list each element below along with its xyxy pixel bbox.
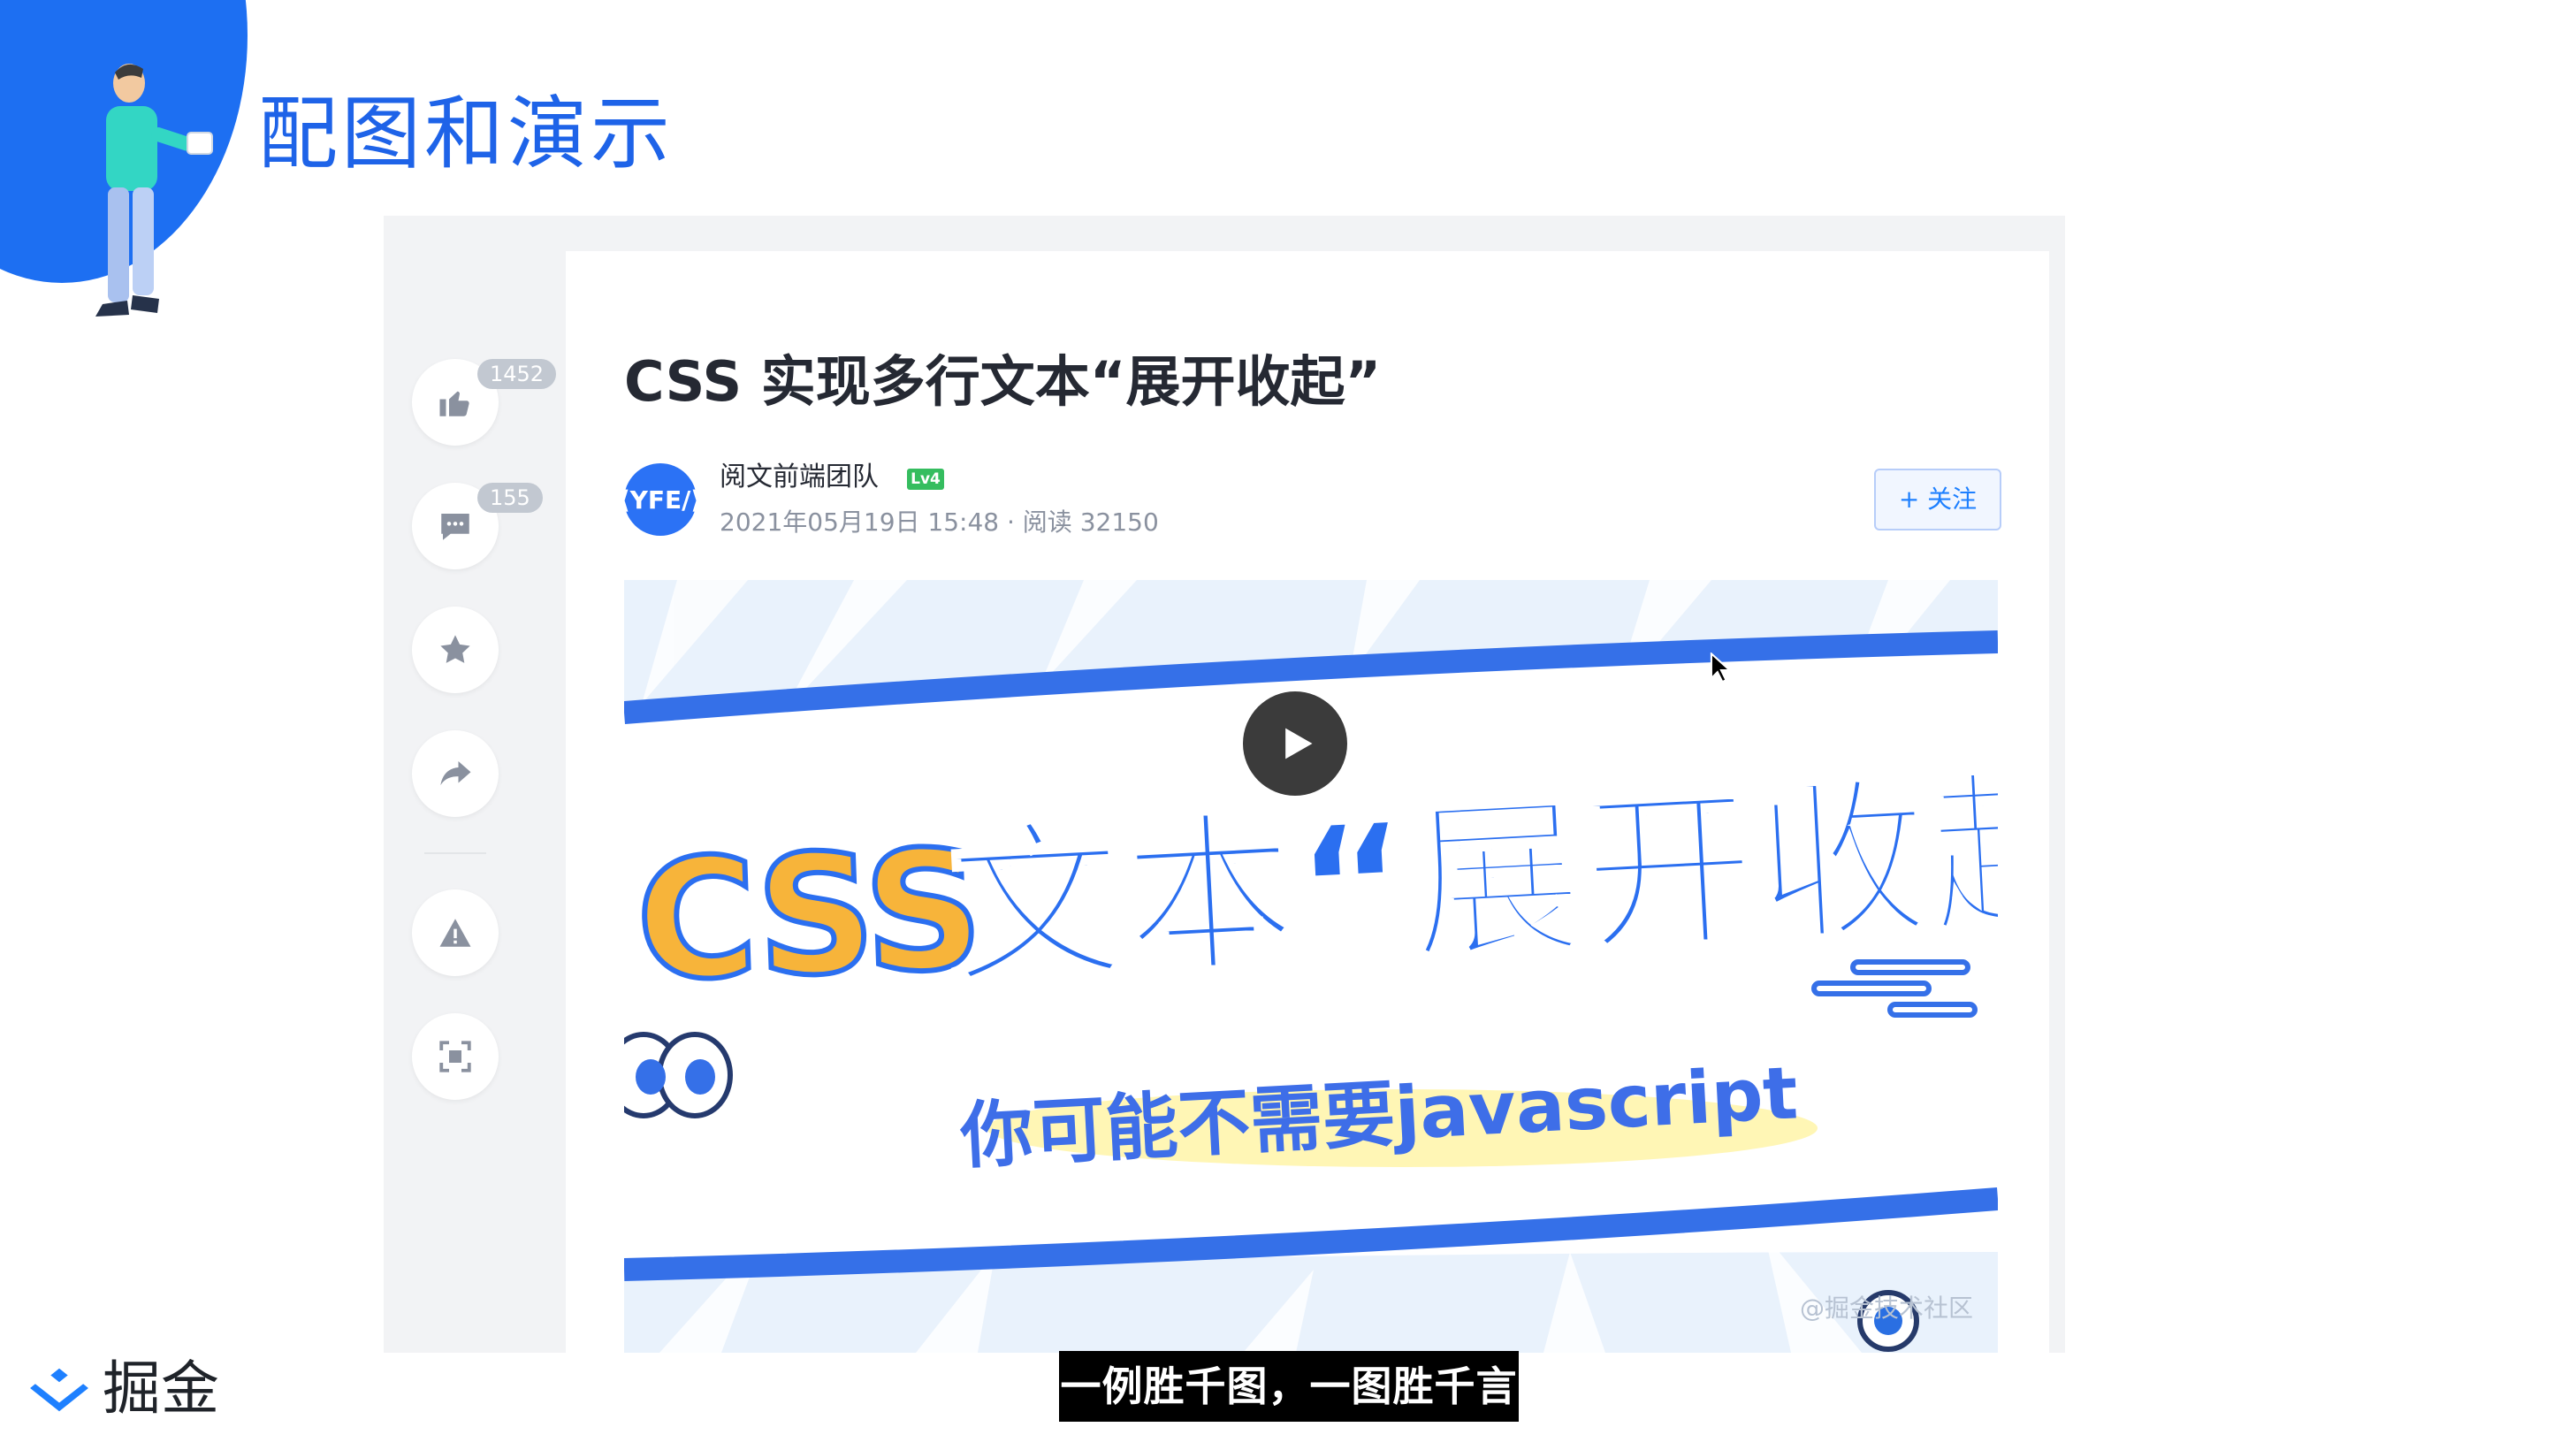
subtitle-caption: 一例胜千图，一图胜千言 <box>1059 1351 1519 1422</box>
cover-watermark: @掘金技术社区 <box>1800 1294 1974 1323</box>
follow-button[interactable]: + 关注 <box>1874 469 2001 530</box>
report-button[interactable] <box>412 889 499 976</box>
like-count-badge: 1452 <box>477 359 557 389</box>
juejin-logo-icon <box>30 1368 88 1412</box>
cover-title-prefix: CSS <box>630 811 985 1019</box>
warning-icon <box>439 919 471 947</box>
cover-video[interactable]: CSS 文本“展开收起” 你可能不需要javascript @掘金技术社区 <box>624 580 1998 1353</box>
level-badge: Lv4 <box>907 469 944 490</box>
favorite-button[interactable] <box>412 607 499 693</box>
thumbs-up-icon <box>439 391 469 416</box>
slide-title: 配图和演示 <box>258 88 674 180</box>
play-button[interactable] <box>1243 691 1347 796</box>
play-icon <box>1285 728 1313 759</box>
article-meta: 2021年05月19日 15:48 · 阅读 32150 <box>720 508 1159 537</box>
article-screenshot: 1452 155 CSS 实现多行文本“展开收起” ⟨YFE/⟩ 阅文前端团队 … <box>384 216 2065 1353</box>
article-title: CSS 实现多行文本“展开收起” <box>624 349 1382 414</box>
comment-count-badge: 155 <box>477 483 543 513</box>
sidebar-divider <box>424 852 486 854</box>
article-card: CSS 实现多行文本“展开收起” ⟨YFE/⟩ 阅文前端团队 Lv4 2021年… <box>566 251 2049 1353</box>
mouse-cursor-icon <box>1710 652 1733 683</box>
share-button[interactable] <box>412 730 499 817</box>
fullscreen-icon <box>439 1041 471 1072</box>
author-avatar[interactable]: ⟨YFE/⟩ <box>619 463 702 536</box>
fullscreen-button[interactable] <box>412 1013 499 1100</box>
presenter-illustration <box>95 64 213 317</box>
comment-icon <box>441 514 469 540</box>
brand-name: 掘金 <box>103 1355 219 1423</box>
share-icon <box>440 761 471 786</box>
author-name[interactable]: 阅文前端团队 <box>720 460 879 495</box>
brand-logo: 掘金 <box>28 1356 219 1422</box>
star-icon <box>440 635 470 663</box>
